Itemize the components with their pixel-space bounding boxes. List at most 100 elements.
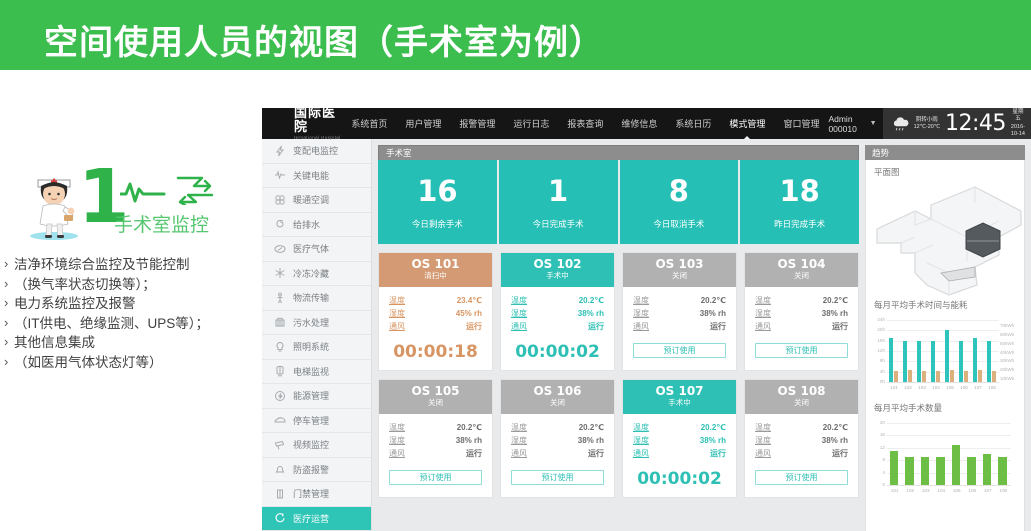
nav-item-operation-log[interactable]: 运行日志 <box>504 108 558 139</box>
room-name: OS 101 <box>411 257 460 271</box>
operating-room-card[interactable]: OS 105 关闭 温度 20.2℃ 湿度 38% rh 通风 运行 预订使用 <box>378 379 493 498</box>
room-timer: 00:00:02 <box>637 469 722 489</box>
vent-label: 通风 <box>511 449 527 458</box>
room-status-badge: 关闭 <box>428 398 443 407</box>
sidebar-item-medical-gas[interactable]: 医疗气体 <box>262 237 371 262</box>
temp-label: 温度 <box>389 296 405 305</box>
kpi-value: 8 <box>668 173 689 208</box>
sidebar-item-water-supply[interactable]: 给排水 <box>262 213 371 237</box>
chart-bar <box>902 340 907 382</box>
room-header: OS 101 清扫中 <box>379 253 492 287</box>
chart-bar <box>920 457 930 485</box>
book-room-button[interactable]: 预订使用 <box>755 470 848 485</box>
chart-axis-line <box>887 382 999 383</box>
kpi-label: 今日取消手术 <box>653 218 705 229</box>
sidebar-item-key-energy[interactable]: 关键电能 <box>262 164 371 188</box>
temp-value: 20.2℃ <box>700 296 726 305</box>
kpi-label: 今日剩余手术 <box>411 218 463 229</box>
humidity-label: 湿度 <box>389 436 405 445</box>
room-name: OS 105 <box>411 384 460 398</box>
sidebar-item-hvac[interactable]: 暖通空调 <box>262 188 371 213</box>
sidebar-item-lighting[interactable]: 照明系统 <box>262 335 371 360</box>
chart-bar <box>936 371 941 382</box>
room-status-badge: 清扫中 <box>424 271 447 280</box>
nav-item-home[interactable]: 系统首页 <box>342 108 396 139</box>
temp-value: 20.2℃ <box>822 423 848 432</box>
subject-label: 手术室监控 <box>114 215 210 236</box>
chart-y-tick: 20 <box>879 420 885 425</box>
nav-item-report-query[interactable]: 报表查询 <box>558 108 612 139</box>
humidity-value: 38% rh <box>577 436 604 445</box>
sidebar-item-access-control[interactable]: 门禁管理 <box>262 482 371 507</box>
cloud-rain-icon <box>891 116 911 131</box>
admin-menu[interactable]: Admin 000010 ▼ <box>828 114 882 134</box>
sidebar-item-elevator[interactable]: 电梯监视 <box>262 360 371 384</box>
app-body: 变配电监控 关键电能 暖通空调 给排水 医疗气体 冷冻冷藏 物流传输 污水处理 … <box>262 139 1031 531</box>
nav-item-maintenance-info[interactable]: 维修信息 <box>612 108 666 139</box>
book-room-button[interactable]: 预订使用 <box>633 343 726 358</box>
chart-bar <box>888 338 893 382</box>
logistics-icon <box>274 292 286 304</box>
sidebar-item-parking[interactable]: 停车管理 <box>262 409 371 433</box>
sidebar-item-logistics[interactable]: 物流传输 <box>262 286 371 311</box>
chart-y-tick: 4 <box>882 469 885 475</box>
sidebar-item-label: 变配电监控 <box>293 146 339 157</box>
chart-gridline <box>887 447 1011 449</box>
vent-value: 运行 <box>832 449 848 458</box>
operating-room-card[interactable]: OS 108 关闭 温度 20.2℃ 湿度 38% rh 通风 运行 预订使用 <box>744 379 859 498</box>
humidity-value: 38% rh <box>577 309 604 318</box>
operating-room-card[interactable]: OS 107 手术中 温度 20.2℃ 湿度 38% rh 通风 运行 00:00:0… <box>622 379 737 498</box>
kpi-card-cancelled-today: 8 今日取消手术 <box>619 160 739 244</box>
operating-room-card[interactable]: OS 102 手术中 温度 20.2℃ 湿度 38% rh 通风 运行 00:00:0… <box>500 252 615 371</box>
sidebar-item-refrigeration[interactable]: 冷冻冷藏 <box>262 262 371 286</box>
humidity-label: 湿度 <box>511 309 527 318</box>
kpi-row: 16 今日剩余手术 1 今日完成手术 8 今日取消手术 18 昨日完成手术 <box>378 160 859 244</box>
sidebar-item-label: 照明系统 <box>293 342 330 353</box>
bolt-icon <box>274 145 286 157</box>
chart-x-tick: 105 <box>946 385 954 390</box>
room-name: OS 103 <box>655 257 704 271</box>
nav-item-alarm-management[interactable]: 报警管理 <box>450 108 504 139</box>
sidebar-item-burglar-alarm[interactable]: 防盗报警 <box>262 458 371 482</box>
chart-y-tick: 8h <box>879 358 885 364</box>
temp-label: 温度 <box>511 296 527 305</box>
vent-value: 运行 <box>710 322 726 331</box>
floorplan-diagram[interactable] <box>871 181 1022 299</box>
operating-room-grid-row-1: OS 101 清扫中 温度 23.4℃ 湿度 45% rh 通风 运行 00:00:1… <box>378 252 859 371</box>
sidebar-item-label: 电梯监视 <box>293 366 330 377</box>
sidebar-item-sewage-treatment[interactable]: 污水处理 <box>262 311 371 335</box>
nav-item-window-management[interactable]: 窗口管理 <box>774 108 828 139</box>
clock: 12:45 <box>945 111 1006 136</box>
nav-item-system-calendar[interactable]: 系统日历 <box>666 108 720 139</box>
humidity-label: 湿度 <box>633 309 649 318</box>
sidebar-item-video-surveillance[interactable]: 视频监控 <box>262 433 371 458</box>
temp-value: 20.2℃ <box>578 423 604 432</box>
chart-gridline <box>887 423 1011 424</box>
sidebar-item-power-distribution[interactable]: 变配电监控 <box>262 139 371 164</box>
sidebar-item-label: 医疗运营 <box>293 513 330 524</box>
operating-room-card[interactable]: OS 101 清扫中 温度 23.4℃ 湿度 45% rh 通风 运行 00:00:1… <box>378 252 493 371</box>
operating-room-card[interactable]: OS 106 关闭 温度 20.2℃ 湿度 38% rh 通风 运行 预订使用 <box>500 379 615 498</box>
operating-room-card[interactable]: OS 103 关闭 温度 20.2℃ 湿度 38% rh 通风 运行 预订使用 <box>622 252 737 371</box>
book-room-button[interactable]: 预订使用 <box>389 470 482 485</box>
book-room-button[interactable]: 预订使用 <box>755 343 848 358</box>
sidebar-item-medical-operations[interactable]: 医疗运营 <box>262 506 371 531</box>
chart-y-tick: 16 <box>879 432 885 438</box>
temp-label: 温度 <box>755 423 771 432</box>
book-room-button[interactable]: 预订使用 <box>511 470 604 485</box>
sidebar-item-label: 关键电能 <box>293 170 330 181</box>
surgery-count-chart: 0 4 8 12 16 20 101 102 103 104 105 106 107 108 <box>871 417 1019 497</box>
nav-item-user-management[interactable]: 用户管理 <box>396 108 450 139</box>
waveform-icon <box>274 169 286 181</box>
room-status-badge: 关闭 <box>794 398 809 407</box>
status-bar: 阴转小雨 12℃-20℃ 12:45 星期五 2016-10-14 <box>882 108 1031 139</box>
room-timer: 00:00:02 <box>515 342 600 362</box>
floorplan-title: 平面图 <box>874 167 900 177</box>
chart-x-tick: 108 <box>999 488 1008 493</box>
nav-item-mode-management[interactable]: 模式管理 <box>720 108 774 140</box>
operating-room-card[interactable]: OS 104 关闭 温度 20.2℃ 湿度 38% rh 通风 运行 预订使用 <box>744 252 859 371</box>
sidebar-item-energy-management[interactable]: 能源管理 <box>262 384 371 409</box>
chart-bar <box>964 371 969 382</box>
chart-bar <box>951 444 961 485</box>
sewage-icon <box>274 316 286 328</box>
